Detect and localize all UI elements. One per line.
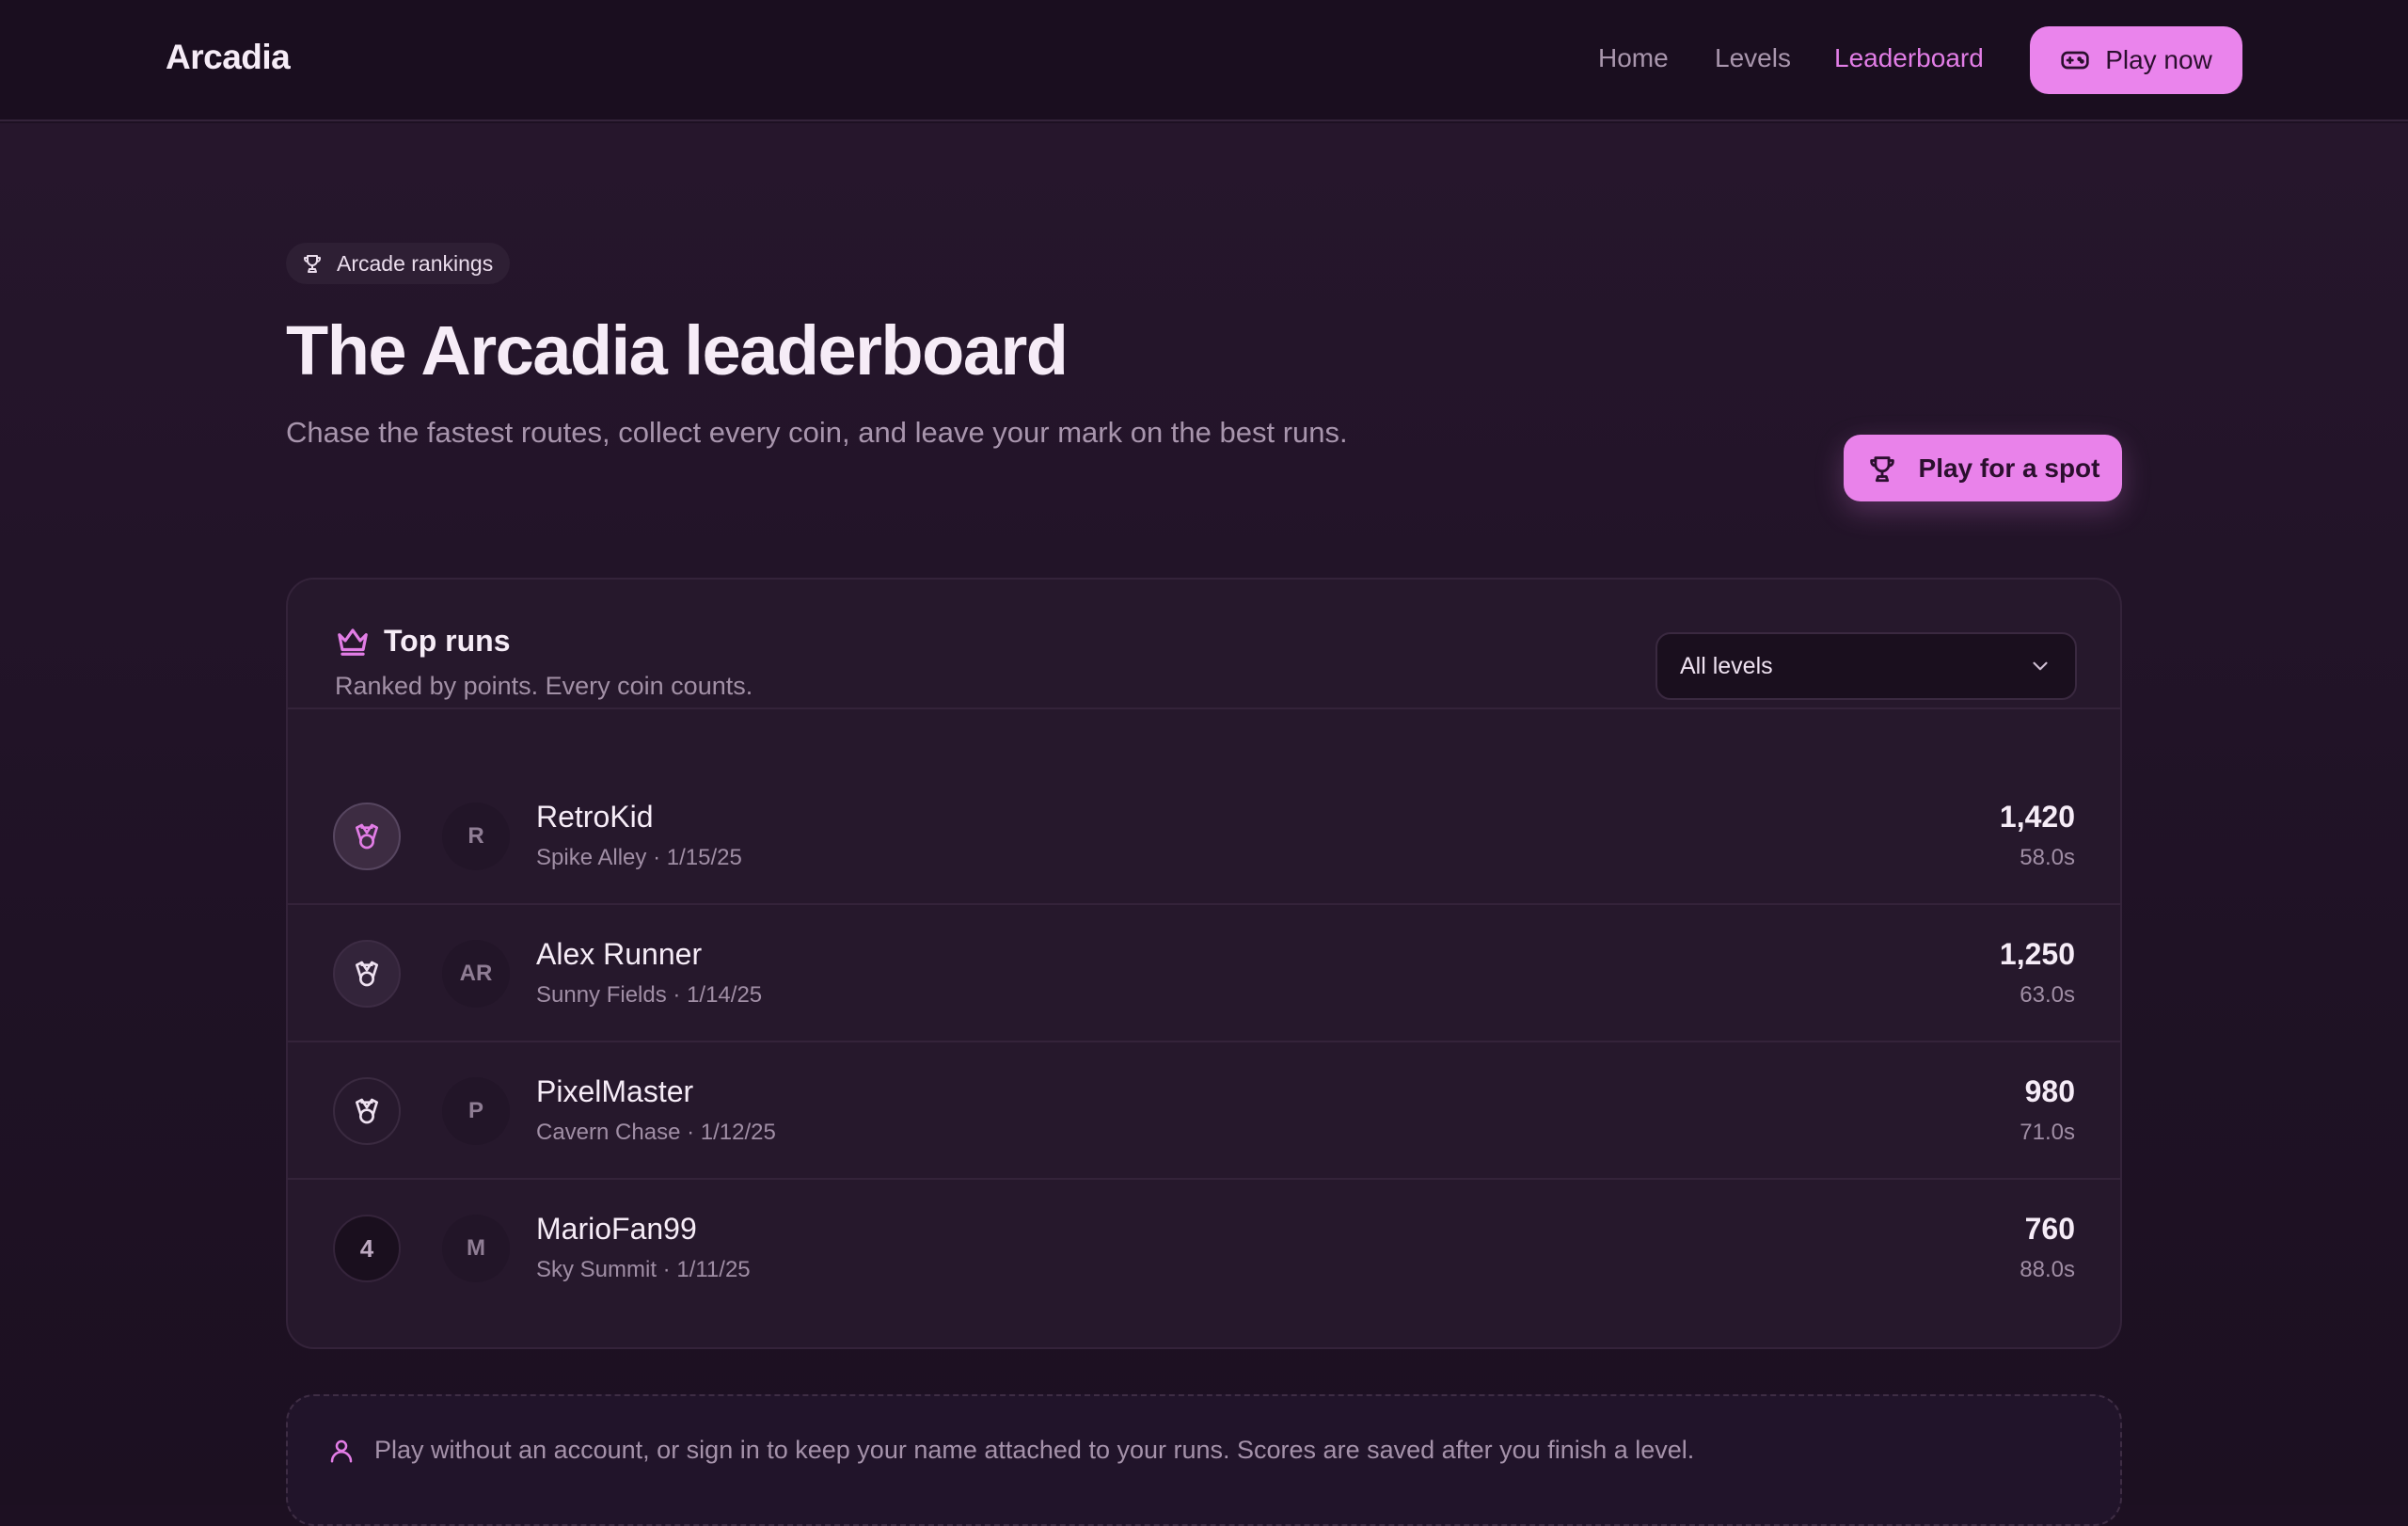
player-name: RetroKid	[536, 800, 654, 834]
run-points: 1,420	[1999, 800, 2075, 834]
crown-icon	[335, 623, 371, 659]
player-avatar: M	[442, 1215, 510, 1282]
run-points: 760	[2024, 1212, 2075, 1246]
player-name: MarioFan99	[536, 1212, 697, 1246]
nav-link-home[interactable]: Home	[1598, 43, 1669, 73]
play-for-a-spot-label: Play for a spot	[1918, 453, 2100, 483]
page-title: The Arcadia leaderboard	[286, 311, 1069, 389]
play-now-button[interactable]: Play now	[2030, 26, 2242, 94]
leaderboard-title: Top runs	[335, 623, 511, 659]
arcade-rankings-chip: Arcade rankings	[286, 243, 511, 284]
trophy-icon	[1866, 453, 1898, 485]
chevron-down-icon	[2028, 654, 2052, 678]
medal-icon	[352, 821, 382, 851]
play-for-a-spot-button[interactable]: Play for a spot	[1844, 435, 2122, 501]
run-time: 58.0s	[2020, 845, 2075, 870]
medal-icon	[352, 1096, 382, 1126]
nav-link-leaderboard[interactable]: Leaderboard	[1834, 43, 1984, 73]
leaderboard-row[interactable]: 4 M MarioFan99 Sky Summit · 1/11/25 760 …	[288, 1180, 2120, 1317]
trophy-icon	[301, 252, 324, 275]
run-time: 63.0s	[2020, 982, 2075, 1008]
brand-logo[interactable]: Arcadia	[166, 38, 291, 77]
leaderboard-row[interactable]: P PixelMaster Cavern Chase · 1/12/25 980…	[288, 1042, 2120, 1180]
leaderboard-header: Top runs Ranked by points. Every coin co…	[288, 580, 2120, 709]
run-meta: Sky Summit · 1/11/25	[536, 1257, 751, 1282]
account-notice-content: Play without an account, or sign in to k…	[327, 1436, 1694, 1465]
page-subtitle: Chase the fastest routes, collect every …	[286, 416, 1348, 449]
run-meta: Sunny Fields · 1/14/25	[536, 982, 763, 1008]
rank-badge	[333, 940, 401, 1008]
rank-badge: 4	[333, 1215, 401, 1282]
player-avatar: P	[442, 1077, 510, 1145]
leaderboard-row[interactable]: R RetroKid Spike Alley · 1/15/25 1,420 5…	[288, 768, 2120, 905]
user-icon	[327, 1437, 356, 1465]
gamepad-icon	[2060, 45, 2090, 75]
player-name: PixelMaster	[536, 1074, 694, 1108]
account-notice-text: Play without an account, or sign in to k…	[374, 1436, 1695, 1464]
leaderboard-card: Top runs Ranked by points. Every coin co…	[286, 578, 2122, 1349]
player-avatar: R	[442, 803, 510, 870]
run-points: 1,250	[1999, 937, 2075, 971]
rank-badge	[333, 1077, 401, 1145]
leaderboard-subtitle: Ranked by points. Every coin counts.	[335, 672, 753, 700]
nav-link-levels[interactable]: Levels	[1715, 43, 1791, 73]
run-meta: Cavern Chase · 1/12/25	[536, 1120, 776, 1145]
play-now-label: Play now	[2105, 45, 2212, 74]
run-time: 88.0s	[2020, 1257, 2075, 1282]
level-filter-select[interactable]: All levels	[1656, 632, 2077, 700]
player-name: Alex Runner	[536, 937, 703, 971]
level-filter-value: All levels	[1680, 652, 1773, 679]
rank-badge	[333, 803, 401, 870]
leaderboard-row[interactable]: AR Alex Runner Sunny Fields · 1/14/25 1,…	[288, 905, 2120, 1042]
chip-label: Arcade rankings	[337, 250, 494, 276]
medal-icon	[352, 959, 382, 989]
leaderboard-title-text: Top runs	[384, 623, 511, 658]
account-notice: Play without an account, or sign in to k…	[286, 1394, 2122, 1526]
player-avatar: AR	[442, 940, 510, 1008]
run-time: 71.0s	[2020, 1120, 2075, 1145]
run-points: 980	[2024, 1074, 2075, 1108]
top-navigation-bar: Arcadia Home Levels Leaderboard Play now	[0, 0, 2408, 121]
run-meta: Spike Alley · 1/15/25	[536, 845, 742, 870]
